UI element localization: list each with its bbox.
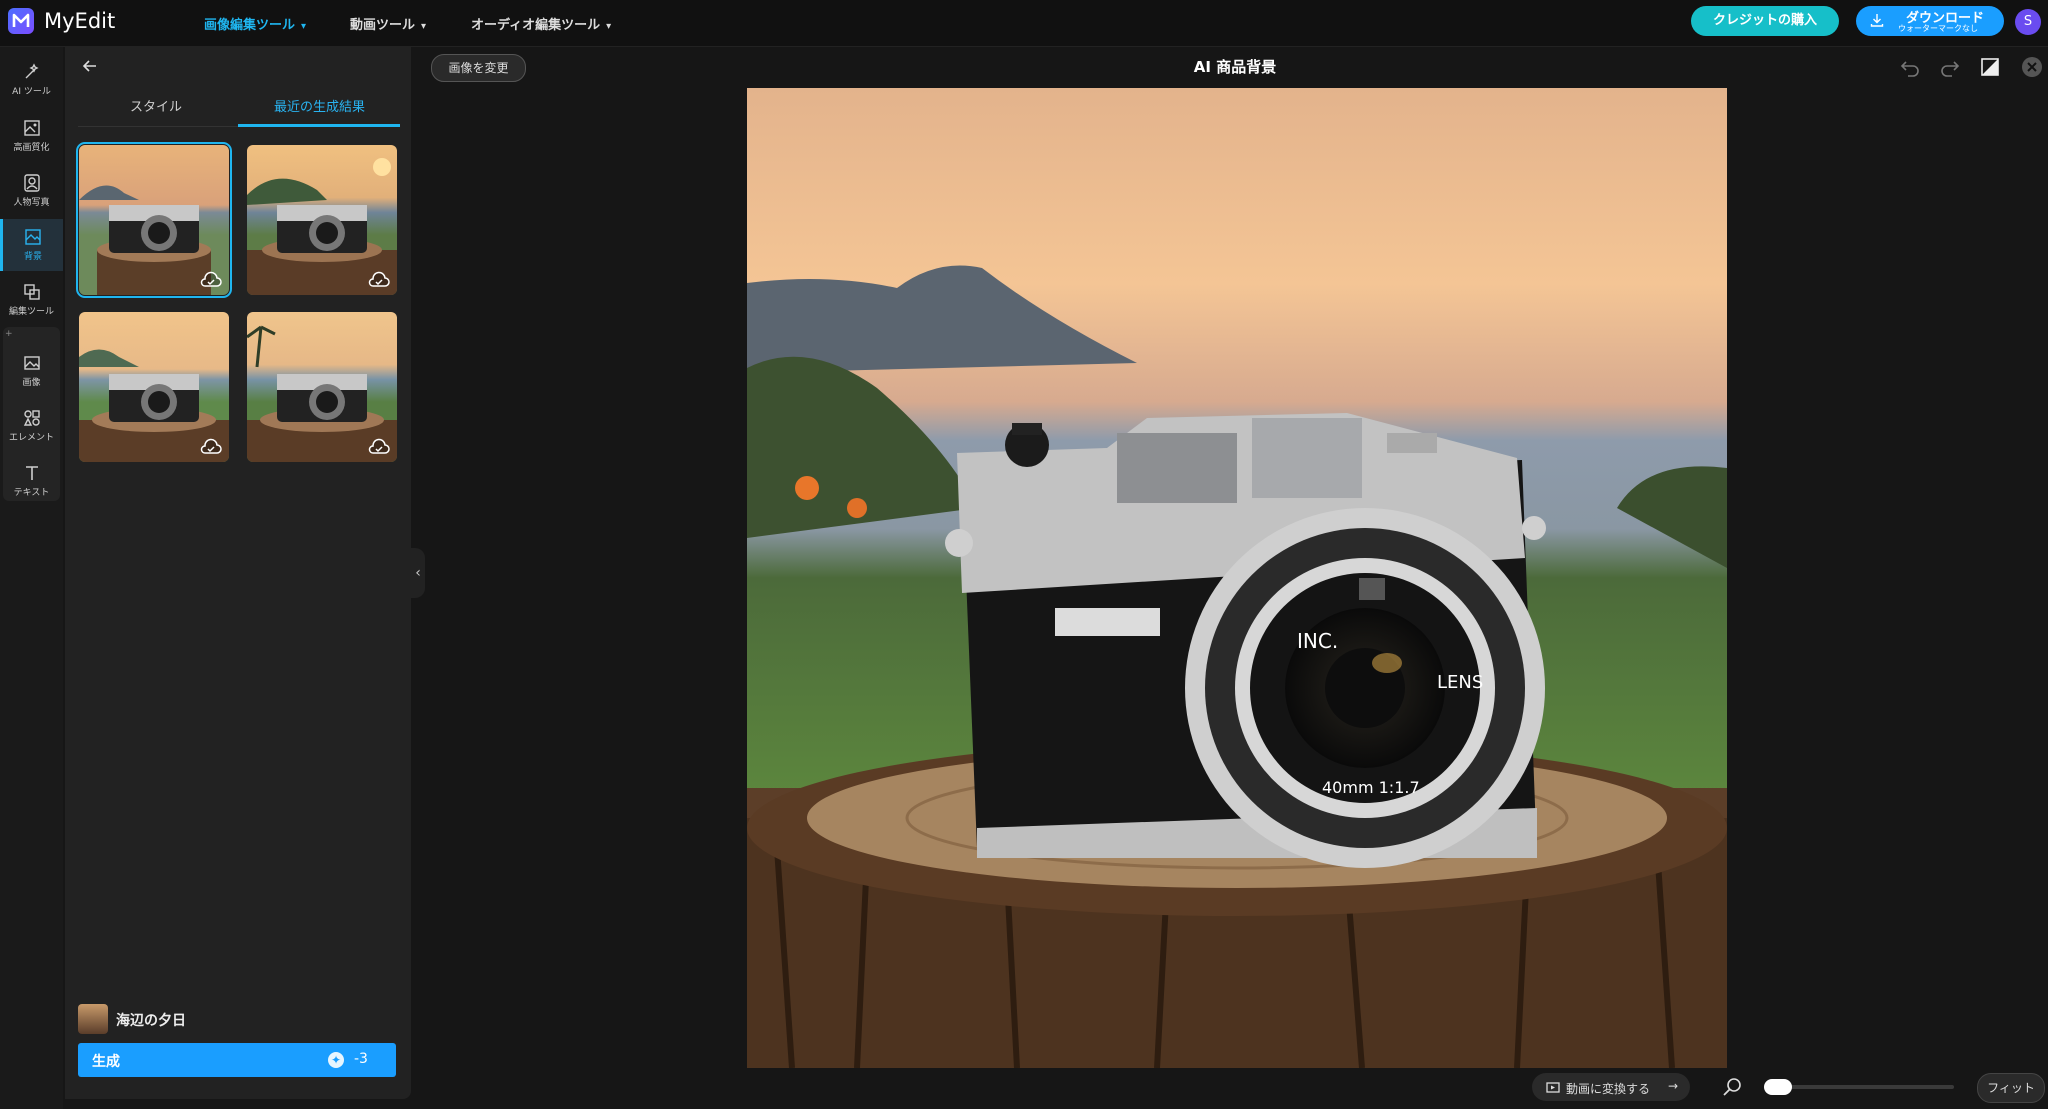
redo-icon[interactable]	[1938, 55, 1962, 79]
buy-credits-button[interactable]: クレジットの購入	[1691, 6, 1839, 36]
enhance-image-icon	[23, 120, 40, 136]
user-avatar[interactable]: S	[2015, 9, 2041, 35]
chevron-down-icon: ▾	[606, 21, 612, 32]
preset-thumbnail	[78, 1004, 108, 1034]
background-icon	[25, 229, 41, 245]
generate-label: 生成	[92, 1054, 120, 1070]
nav-audio-tools[interactable]: オーディオ編集ツール ▾	[471, 14, 611, 33]
active-tab-indicator	[238, 124, 400, 127]
text-icon	[25, 466, 38, 480]
close-icon[interactable]	[2020, 55, 2044, 79]
rail-item-ai-tools[interactable]: AI ツール	[3, 54, 60, 106]
rail-item-label: 高画質化	[13, 143, 50, 153]
zoom-icon[interactable]	[1722, 1076, 1744, 1098]
nav-image-tools-label: 画像編集ツール	[204, 18, 296, 33]
lens-text-focal: 40mm 1:1.7	[1322, 778, 1420, 797]
nav-image-tools[interactable]: 画像編集ツール ▾	[204, 14, 306, 33]
top-bar: MyEdit 画像編集ツール ▾ 動画ツール ▾ オーディオ編集ツール ▾ クレジット…	[0, 0, 2048, 47]
crop-tools-icon	[23, 284, 40, 300]
undo-icon[interactable]	[1898, 55, 1922, 79]
main-canvas-image[interactable]: INC. LENS 40mm 1:1.7	[747, 88, 1727, 1068]
convert-to-video-label: 動画に変換する	[1566, 1082, 1651, 1096]
result-thumbnail[interactable]	[79, 312, 229, 462]
app-name[interactable]: MyEdit	[44, 9, 115, 33]
rail-item-label: エレメント	[8, 433, 54, 443]
rail-item-background[interactable]: 背景	[0, 219, 63, 271]
result-thumbnail[interactable]	[76, 142, 232, 298]
nav-video-tools[interactable]: 動画ツール ▾	[350, 14, 426, 33]
tab-style[interactable]: スタイル	[130, 96, 182, 115]
elements-icon	[23, 410, 40, 426]
rail-item-edit-tools[interactable]: 編集ツール	[3, 274, 60, 326]
rail-item-label: 背景	[23, 252, 42, 262]
arrow-right-icon: →	[1668, 1079, 1679, 1093]
download-button[interactable]: ダウンロード ウォーターマークなし	[1856, 6, 2004, 36]
change-image-button[interactable]: 画像を変更	[431, 54, 526, 82]
cloud-saved-icon[interactable]	[199, 271, 223, 289]
camera-product-photo: INC. LENS 40mm 1:1.7	[747, 88, 1727, 1068]
credit-coin-icon: ✦	[328, 1052, 344, 1068]
portrait-icon	[23, 174, 40, 192]
rail-item-image[interactable]: 画像	[3, 345, 60, 397]
rail-item-label: テキスト	[13, 488, 50, 498]
rail-item-label: 人物写真	[13, 198, 50, 208]
rail-item-label: AI ツール	[12, 87, 51, 97]
tab-recent-results[interactable]: 最近の生成結果	[274, 96, 365, 115]
plus-icon: +	[5, 329, 13, 339]
chevron-down-icon: ▾	[421, 21, 427, 32]
page-title: AI 商品背景	[1193, 58, 1277, 76]
compare-icon[interactable]	[1978, 55, 2002, 79]
zoom-slider-track[interactable]	[1764, 1085, 1954, 1089]
rail-item-label: 画像	[22, 378, 41, 388]
magic-wand-icon	[25, 63, 39, 79]
nav-video-tools-label: 動画ツール	[350, 18, 416, 33]
fit-button[interactable]: フィット	[1977, 1073, 2045, 1103]
generate-cost: -3	[354, 1051, 368, 1067]
download-sublabel: ウォーターマークなし	[1898, 24, 1978, 33]
zoom-slider-handle[interactable]	[1764, 1079, 1792, 1095]
rail-item-elements[interactable]: エレメント	[3, 400, 60, 452]
rail-item-label: 編集ツール	[8, 307, 54, 317]
cloud-saved-icon[interactable]	[367, 271, 391, 289]
back-arrow-icon[interactable]	[80, 56, 100, 76]
generate-button[interactable]: 生成 ✦ -3	[78, 1043, 396, 1077]
convert-to-video-button[interactable]: 動画に変換する →	[1532, 1073, 1690, 1101]
rail-item-portrait[interactable]: 人物写真	[3, 165, 60, 217]
result-thumbnail[interactable]	[247, 145, 397, 295]
preset-name: 海辺の夕日	[116, 1013, 186, 1029]
result-thumbnail[interactable]	[247, 312, 397, 462]
chevron-down-icon: ▾	[301, 21, 307, 32]
download-icon	[1870, 14, 1884, 27]
image-icon	[23, 356, 40, 370]
video-icon	[1546, 1082, 1560, 1093]
rail-item-text[interactable]: テキスト	[3, 455, 60, 507]
myedit-logo-icon[interactable]	[8, 8, 34, 34]
lens-text-inc: INC.	[1297, 629, 1338, 653]
cloud-saved-icon[interactable]	[367, 438, 391, 456]
cloud-saved-icon[interactable]	[199, 438, 223, 456]
collapse-panel-handle[interactable]: ‹	[411, 548, 425, 598]
rail-item-enhance[interactable]: 高画質化	[3, 110, 60, 162]
lens-text-lens: LENS	[1437, 672, 1483, 693]
nav-audio-tools-label: オーディオ編集ツール	[471, 18, 601, 33]
